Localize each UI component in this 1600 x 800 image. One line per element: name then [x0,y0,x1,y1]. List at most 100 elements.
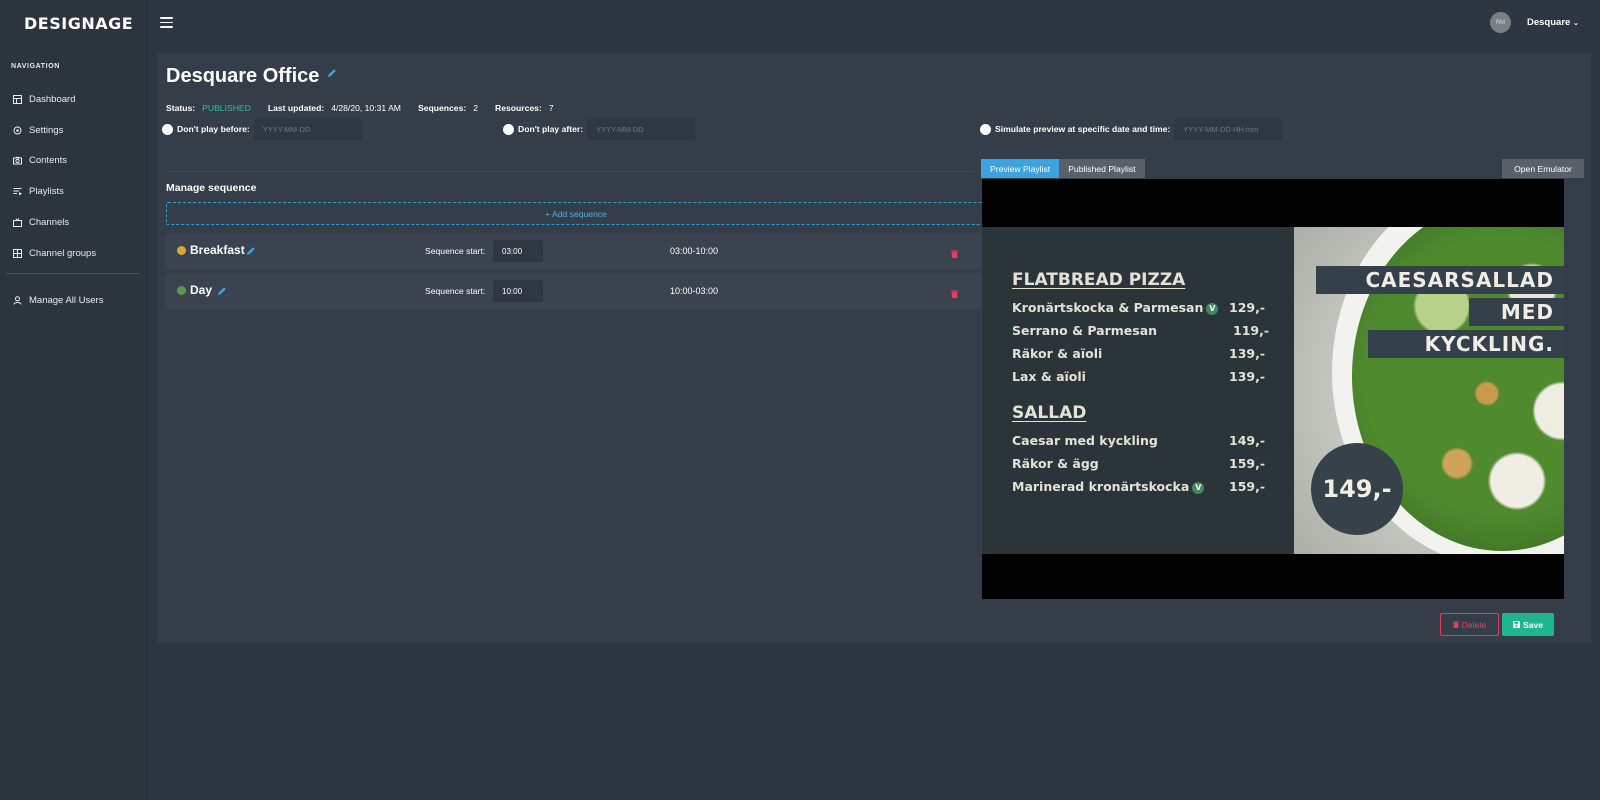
sidebar-item-manage-users[interactable]: Manage All Users [0,285,148,316]
nav-users: Manage All Users [0,285,148,316]
sidebar: DESIGNAGE NAVIGATION Dashboard Settings … [0,0,148,800]
user-menu-dropdown[interactable]: Desquare ⌄ [1527,17,1579,28]
sidebar-item-settings[interactable]: Settings [0,115,148,146]
save-label: Save [1522,619,1544,630]
sidebar-item-channels[interactable]: Channels [0,207,148,238]
menu-item-name: Serrano & Parmesan [1012,323,1158,338]
open-emulator-button[interactable]: Open Emulator [1502,159,1584,178]
tab-preview-playlist[interactable]: Preview Playlist [981,159,1060,178]
sidebar-item-label: Settings [29,124,64,136]
menu-item-price: 159,- [1229,456,1266,471]
sequence-time-range: 03:00-10:00 [670,246,719,256]
section-divider [166,171,974,172]
salad-photo: CAESARSALLAD MED KYCKLING. 149,- [1294,227,1564,554]
edit-sequence-pencil-icon[interactable] [217,283,227,301]
sequence-row[interactable]: Day Sequence start: 10:00 10:00-03:00 [166,273,986,309]
user-name: Desquare [1527,17,1571,28]
hamburger-menu-icon[interactable] [160,17,173,28]
tab-published-playlist[interactable]: Published Playlist [1059,159,1145,178]
topbar: RM Desquare ⌄ [148,0,1600,46]
save-button[interactable]: Save [1502,613,1554,636]
last-updated-label: Last updated: [267,103,325,113]
menu-item-name: Räkor & aïoli [1012,346,1103,361]
sidebar-item-channel-groups[interactable]: Channel groups [0,238,148,269]
menu-item-name: Caesar med kyckling [1012,433,1158,448]
menu-item-price: 129,- [1229,300,1266,315]
simulate-preview-filter: Simulate preview at specific date and ti… [980,118,1283,140]
vegetarian-icon: V [1192,481,1205,494]
menu-item-name: Lax & aïoli [1012,369,1086,384]
playlist-preview: FLATBREAD PIZZA Kronärtskocka & Parmesan… [982,179,1564,599]
grid-icon [12,248,22,258]
dont-play-after-filter: Don't play after: YYYY-MM-DD [503,118,696,140]
sequence-start-input[interactable]: 03:00 [493,240,543,262]
dont-play-before-filter: Don't play before: YYYY-MM-DD [162,118,362,140]
user-icon [12,295,22,305]
simulate-preview-input[interactable]: YYYY-MM-DD HH:mm [1174,118,1283,140]
resources-count-value: 7 [548,103,554,113]
dont-play-after-label: Don't play after: [518,124,584,134]
sequences-count-label: Sequences: [417,103,467,113]
menu-item-name: Räkor & ägg [1012,456,1099,471]
dont-play-before-input[interactable]: YYYY-MM-DD [253,118,362,140]
dont-play-after-radio[interactable] [503,123,514,135]
dont-play-after-input[interactable]: YYYY-MM-DD [587,118,696,140]
nav-divider [6,273,139,274]
last-updated-value: 4/28/20, 10:31 AM [331,103,401,113]
sidebar-item-dashboard[interactable]: Dashboard [0,84,148,115]
tv-icon [12,218,22,228]
delete-label: Delete [1461,619,1487,630]
banner-text: MED [1469,298,1564,326]
chevron-down-icon: ⌄ [1572,20,1579,27]
sequence-name: Day [190,283,213,297]
menu-board-list: FLATBREAD PIZZA Kronärtskocka & Parmesan… [982,227,1294,554]
sequence-row[interactable]: Breakfast Sequence start: 03:00 03:00-10… [166,233,986,269]
manage-sequence-title: Manage sequence [166,182,257,194]
status-label: Status: [166,103,196,113]
nav-heading: NAVIGATION [11,63,60,70]
price-badge: 149,- [1311,443,1403,535]
vegetarian-icon: V [1206,302,1219,315]
simulate-preview-radio[interactable] [980,123,991,135]
sidebar-item-label: Channel groups [29,247,97,259]
sidebar-item-label: Playlists [29,186,64,198]
sidebar-item-contents[interactable]: Contents [0,146,148,177]
preview-tabs: Preview Playlist Published Playlist [981,159,1145,178]
dont-play-before-label: Don't play before: [177,124,250,134]
sequence-start-label: Sequence start: [425,246,486,256]
sidebar-item-label: Manage All Users [29,294,104,306]
page-title: Desquare Office [166,65,320,87]
trash-icon[interactable] [951,285,958,303]
nav-list: Dashboard Settings Contents Playlists Ch… [0,84,148,269]
sidebar-item-playlists[interactable]: Playlists [0,176,148,207]
brand-logo[interactable]: DESIGNAGE [24,14,133,33]
playlist-editor-panel: Desquare Office Status: PUBLISHED Last u… [157,53,1591,643]
sequence-start-input[interactable]: 10:00 [493,280,543,302]
menu-item-name: Kronärtskocka & Parmesan V [1012,300,1219,315]
sequence-color-dot [177,246,186,255]
avatar[interactable]: RM [1490,12,1511,33]
sidebar-item-label: Dashboard [29,93,76,105]
sequence-time-range: 10:00-03:00 [670,286,719,296]
menu-heading: SALLAD [1012,403,1087,423]
menu-item-price: 119,- [1233,323,1270,338]
playlist-meta: Status: PUBLISHED Last updated: 4/28/20,… [166,103,571,113]
trash-icon [1452,621,1459,628]
add-sequence-button[interactable]: + Add sequence [166,202,986,225]
banner-text: CAESARSALLAD [1316,266,1564,294]
edit-sequence-pencil-icon[interactable] [246,243,256,261]
trash-icon[interactable] [951,245,958,263]
simulate-preview-label: Simulate preview at specific date and ti… [995,124,1171,134]
sequences-count-value: 2 [473,103,478,113]
dont-play-before-radio[interactable] [162,123,173,135]
sequence-color-dot [177,286,186,295]
menu-item-price: 159,- [1229,479,1266,494]
floppy-disk-icon [1512,621,1520,628]
sequence-start-label: Sequence start: [425,286,486,296]
gear-icon [12,125,22,135]
menu-item-name: Marinerad kronärtskocka V [1012,479,1205,494]
edit-title-pencil-icon[interactable] [327,65,337,83]
delete-button[interactable]: Delete [1440,613,1499,636]
dashboard-icon [12,94,22,104]
camera-icon [12,156,22,166]
